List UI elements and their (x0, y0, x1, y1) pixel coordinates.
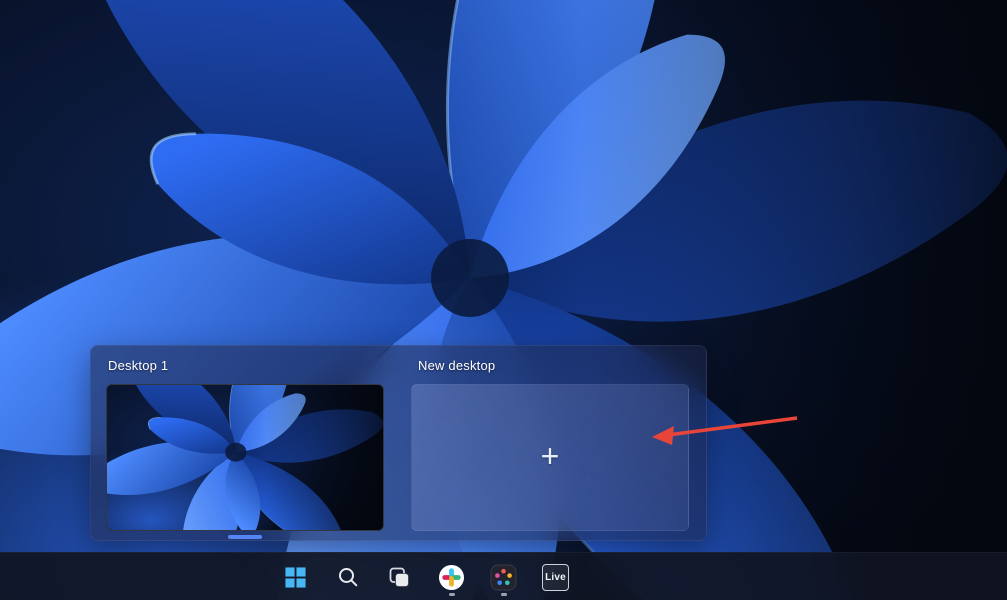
dots-grid-icon (490, 564, 517, 591)
desktop-1-thumbnail[interactable] (106, 384, 384, 531)
live-badge-icon: Live (542, 564, 569, 591)
search-icon (336, 565, 360, 589)
app-grid-button[interactable] (483, 556, 525, 598)
plus-icon: + (541, 440, 560, 472)
running-indicator (501, 593, 507, 596)
windows-logo-icon (284, 566, 307, 589)
task-view-panel: Desktop 1 New desktop + (90, 345, 707, 541)
desktop-screen: Desktop 1 New desktop + (0, 0, 1007, 600)
slack-button[interactable] (431, 556, 473, 598)
slack-icon (438, 564, 465, 591)
task-view-icon (387, 565, 412, 590)
desktop-1-thumbnail-wallpaper (107, 385, 383, 530)
taskbar-icon-group: Live (275, 553, 577, 600)
start-button[interactable] (275, 556, 317, 598)
desktop-1-label: Desktop 1 (108, 358, 168, 373)
taskbar: Live (0, 552, 1007, 600)
task-view-button[interactable] (379, 556, 421, 598)
new-desktop-label: New desktop (418, 358, 495, 373)
running-indicator (449, 593, 455, 596)
search-button[interactable] (327, 556, 369, 598)
active-desktop-indicator (228, 535, 262, 539)
live-button[interactable]: Live (535, 556, 577, 598)
new-desktop-button[interactable]: + (411, 384, 689, 531)
